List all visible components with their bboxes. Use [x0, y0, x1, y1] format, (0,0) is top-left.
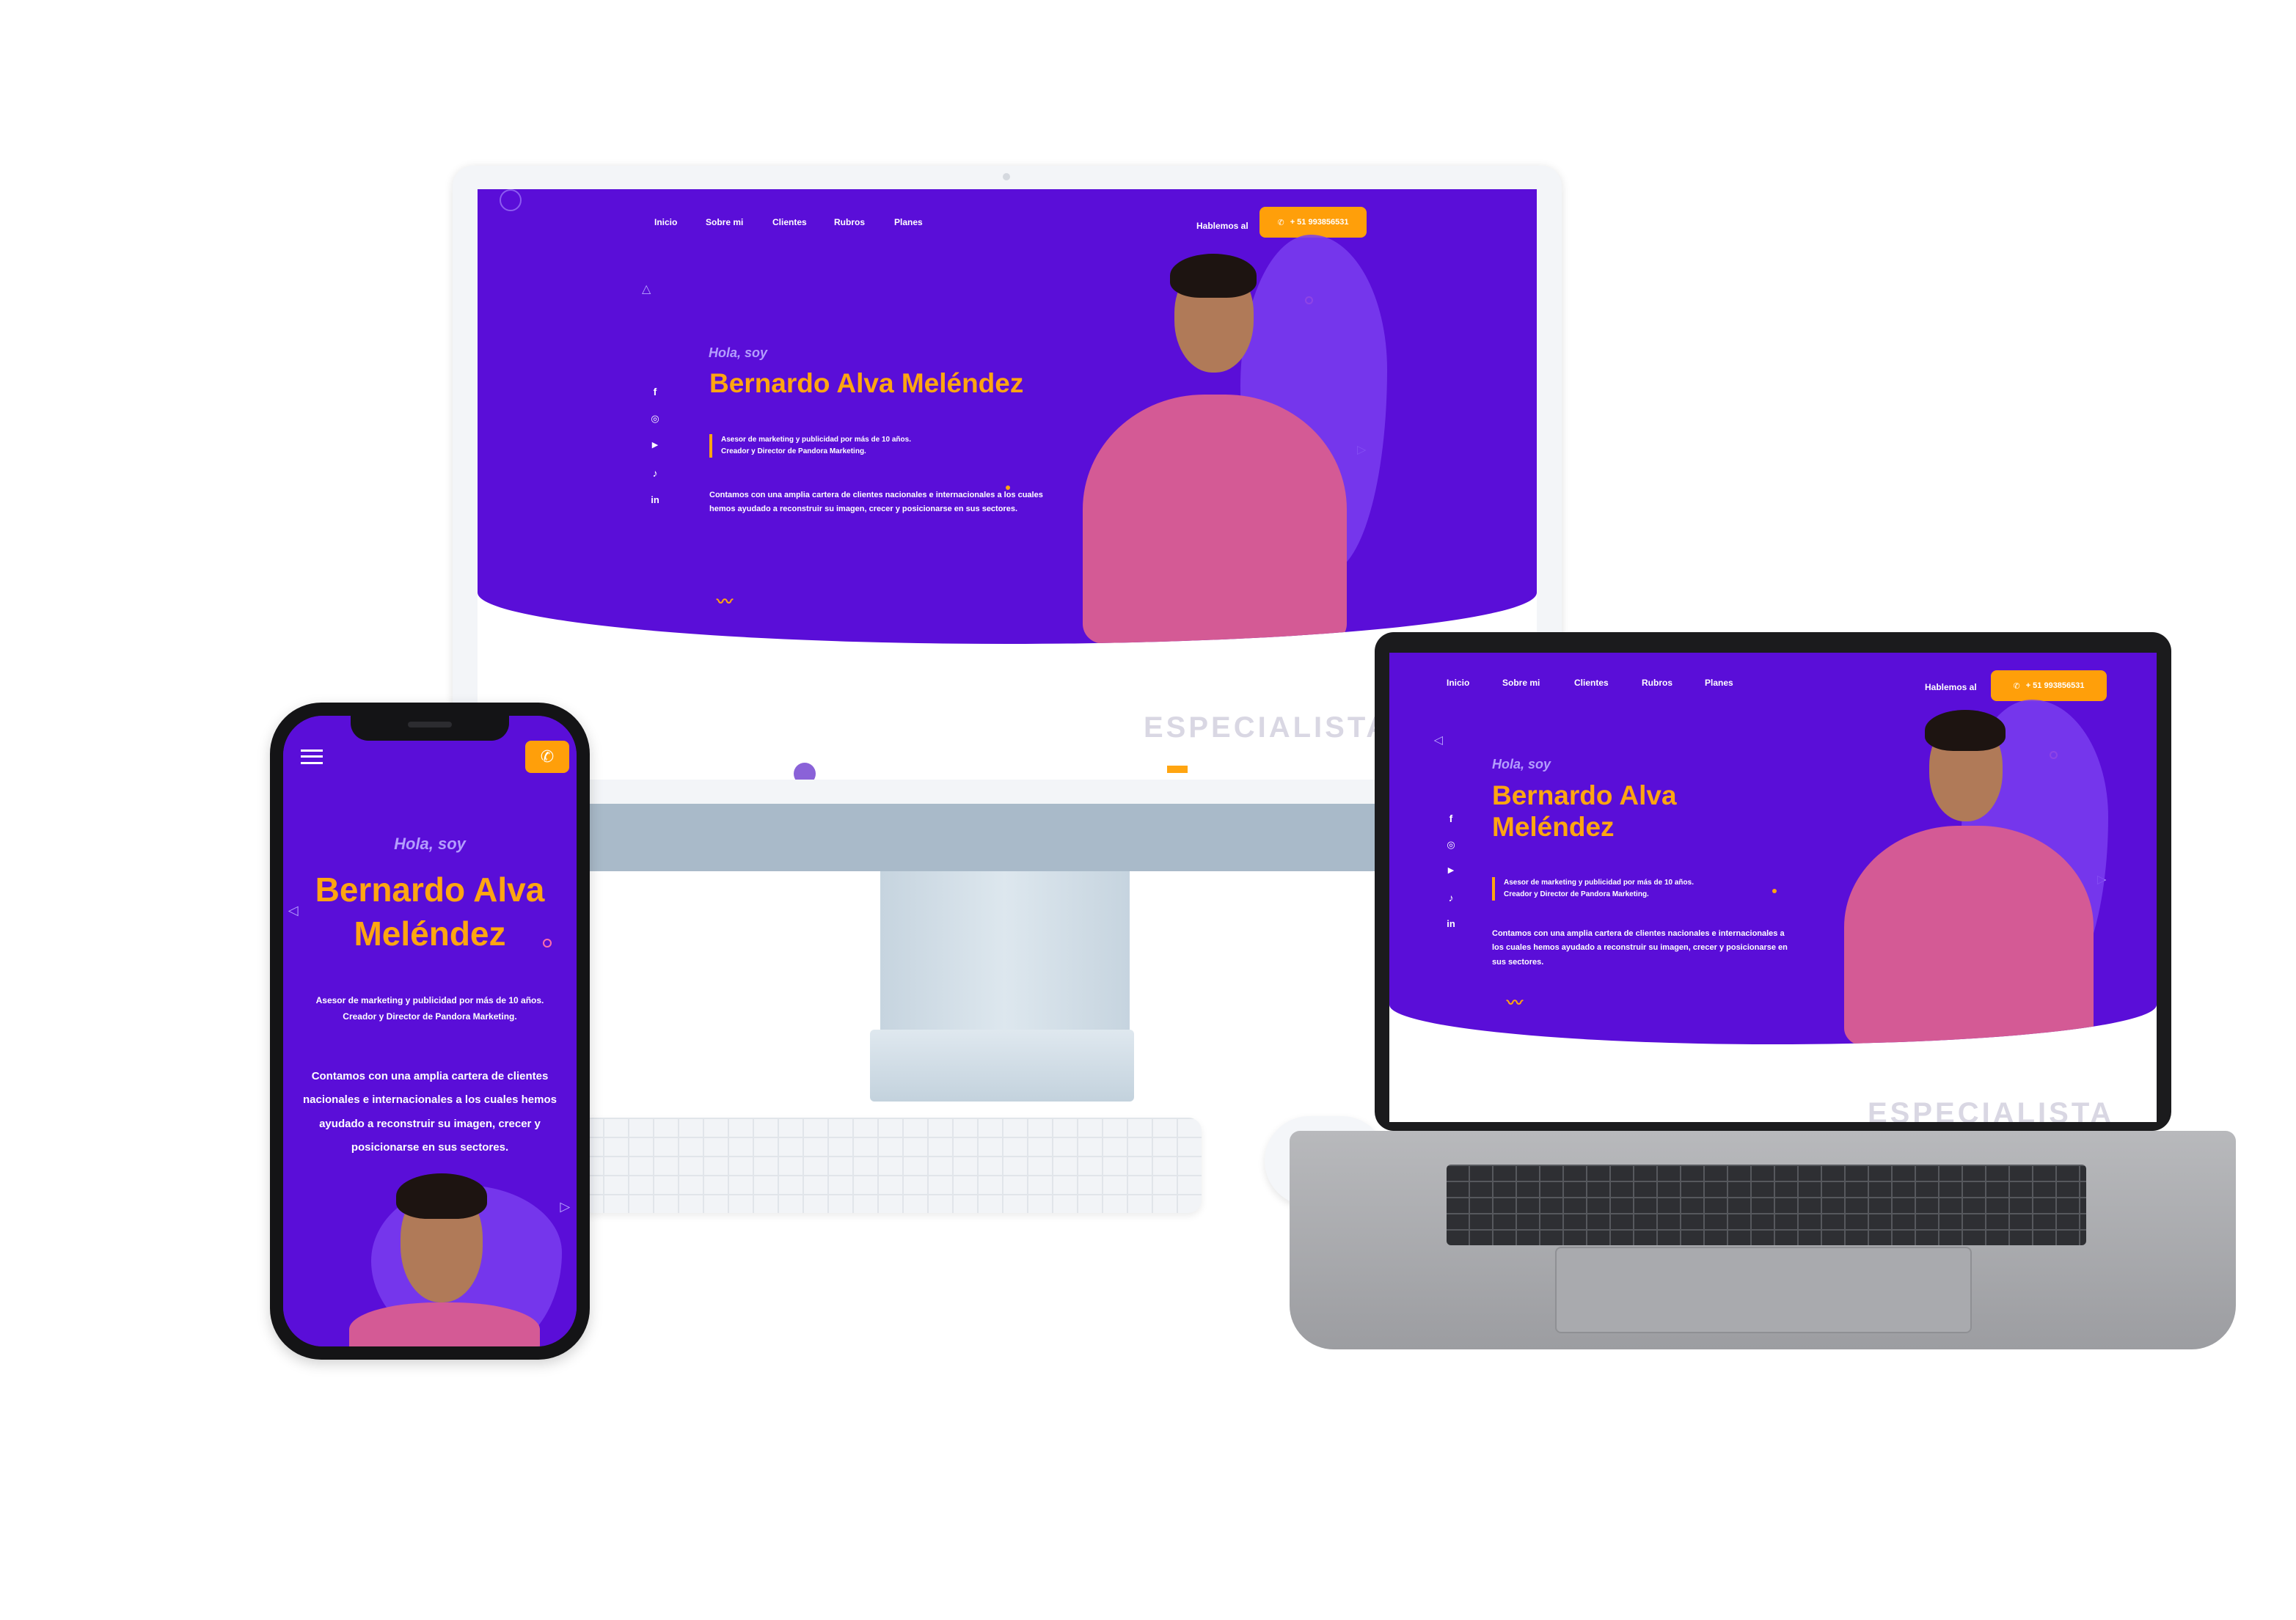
- hero-role: Asesor de marketing y publicidad por más…: [709, 434, 911, 458]
- nav-link-sobre-mi[interactable]: Sobre mi: [706, 217, 743, 227]
- hero-name: Bernardo Alva Meléndez: [283, 868, 577, 956]
- name-line-1: Bernardo Alva: [315, 871, 545, 909]
- tiktok-icon[interactable]: ♪: [1445, 892, 1457, 918]
- phone-icon: ✆: [2013, 681, 2020, 691]
- hero-description: Contamos con una amplia cartera de clien…: [709, 491, 1043, 514]
- decoration-triangle-icon: △: [285, 906, 300, 917]
- nav-link-inicio[interactable]: Inicio: [1447, 678, 1469, 688]
- hero-description: Contamos con una amplia cartera de clien…: [1492, 929, 1788, 967]
- orange-letter-fragment: [1167, 766, 1188, 773]
- decoration-zigzag-icon: 〰: [1507, 994, 1524, 1012]
- name-line-2: Meléndez: [1492, 811, 1615, 842]
- nav-link-inicio[interactable]: Inicio: [654, 217, 677, 227]
- nav-link-clientes[interactable]: Clientes: [1574, 678, 1609, 688]
- contact-label: Hablemos al: [1925, 682, 1977, 692]
- keyboard: [580, 1118, 1202, 1213]
- speaker-slit: [408, 722, 452, 727]
- facebook-icon[interactable]: f: [1445, 813, 1457, 839]
- nav-link-rubros[interactable]: Rubros: [1642, 678, 1672, 688]
- laptop-hero: Inicio Sobre mi Clientes Rubros Planes H…: [1389, 653, 2157, 1044]
- section-title-specialista: ESPECIALISTA: [1144, 711, 1391, 744]
- monitor-chin: [580, 804, 1386, 871]
- phone-icon: ✆: [540, 747, 555, 766]
- role-line-1: Asesor de marketing y publicidad por más…: [315, 995, 544, 1005]
- role-line-2: Creador y Director de Pandora Marketing.: [343, 1011, 517, 1022]
- youtube-icon[interactable]: ▶: [1445, 865, 1457, 892]
- nav-link-planes[interactable]: Planes: [894, 217, 923, 227]
- hero-name: Bernardo Alva Meléndez: [709, 368, 1024, 398]
- role-line-2: Creador y Director de Pandora Marketing.: [1504, 890, 1649, 898]
- hero-greeting: Hola, soy: [709, 345, 768, 360]
- laptop-keyboard: [1447, 1165, 2086, 1245]
- phone-button[interactable]: ✆: [525, 741, 569, 773]
- monitor-foot: [870, 1030, 1134, 1102]
- linkedin-icon[interactable]: in: [649, 494, 661, 521]
- linkedin-icon[interactable]: in: [1445, 918, 1457, 945]
- instagram-icon[interactable]: ◎: [649, 413, 661, 440]
- decoration-triangle-icon: △: [642, 283, 651, 296]
- role-line-1: Asesor de marketing y publicidad por más…: [1504, 879, 1694, 887]
- phone-number: + 51 993856531: [1290, 218, 1349, 227]
- tiktok-icon[interactable]: ♪: [649, 467, 661, 494]
- phone-icon: ✆: [1277, 218, 1284, 227]
- name-line-1: Bernardo Alva: [1492, 780, 1677, 810]
- hero-role: Asesor de marketing y publicidad por más…: [1492, 877, 1694, 901]
- desktop-hero: Inicio Sobre mi Clientes Rubros Planes H…: [478, 189, 1537, 644]
- camera-dot: [1003, 173, 1010, 180]
- hero-greeting: Hola, soy: [394, 835, 466, 853]
- role-line-1: Asesor de marketing y publicidad por más…: [721, 436, 911, 444]
- decoration-circle-icon: [543, 939, 552, 948]
- social-bar: f ◎ ▶ ♪ in: [649, 386, 661, 521]
- phone-button[interactable]: ✆ + 51 993856531: [1259, 207, 1367, 238]
- hero-description: Contamos con una amplia cartera de clien…: [303, 1070, 557, 1154]
- hero-greeting: Hola, soy: [1492, 757, 1551, 771]
- nav-link-sobre-mi[interactable]: Sobre mi: [1502, 678, 1540, 688]
- phone-button[interactable]: ✆ + 51 993856531: [1991, 670, 2107, 701]
- contact-label: Hablemos al: [1196, 221, 1248, 231]
- instagram-icon[interactable]: ◎: [1445, 839, 1457, 865]
- nav-link-clientes[interactable]: Clientes: [772, 217, 807, 227]
- phone-number: + 51 993856531: [2025, 681, 2085, 690]
- phone-screen: ✆ Hola, soy Bernardo Alva Meléndez Aseso…: [283, 716, 577, 1346]
- decoration-dot-icon: [1772, 889, 1777, 893]
- hero-name: Bernardo Alva Meléndez: [1492, 780, 1677, 843]
- monitor-stand: [880, 871, 1130, 1033]
- role-line-2: Creador y Director de Pandora Marketing.: [721, 447, 866, 455]
- decoration-triangle-icon: △: [1432, 736, 1445, 746]
- decoration-triangle-icon: △: [558, 1202, 574, 1213]
- nav-link-rubros[interactable]: Rubros: [834, 217, 865, 227]
- social-bar: f ◎ ▶ ♪ in: [1445, 813, 1457, 945]
- facebook-icon[interactable]: f: [649, 386, 661, 413]
- avatar: [794, 763, 816, 780]
- menu-icon[interactable]: [301, 749, 323, 764]
- decoration-dot-icon: [1006, 485, 1010, 490]
- phone-hero: ✆ Hola, soy Bernardo Alva Meléndez Aseso…: [283, 716, 577, 1346]
- laptop-screen: Inicio Sobre mi Clientes Rubros Planes H…: [1389, 653, 2157, 1122]
- name-line-2: Meléndez: [354, 914, 506, 953]
- hero-role: Asesor de marketing y publicidad por más…: [283, 993, 577, 1025]
- youtube-icon[interactable]: ▶: [649, 440, 661, 467]
- decoration-ring-icon: [500, 189, 522, 211]
- section-title-specialista: ESPECIALISTA: [1868, 1097, 2115, 1122]
- laptop-trackpad: [1555, 1247, 1972, 1333]
- nav-link-planes[interactable]: Planes: [1705, 678, 1733, 688]
- decoration-zigzag-icon: 〰: [717, 593, 734, 611]
